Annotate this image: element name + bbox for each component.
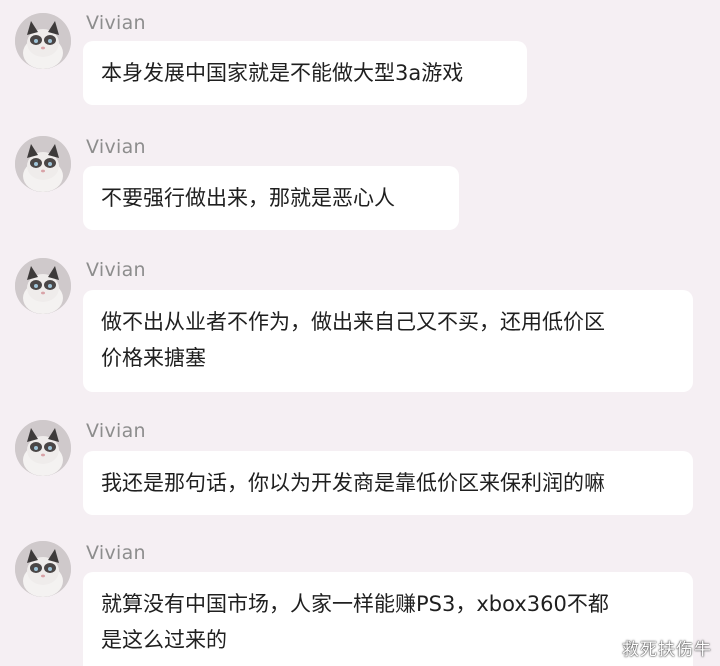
sender-name: Vivian <box>86 136 146 158</box>
sender-name: Vivian <box>86 542 146 564</box>
cat-avatar-icon[interactable] <box>15 258 71 314</box>
message-bubble[interactable]: 不要强行做出来，那就是恶心人 <box>83 166 459 230</box>
watermark: 救死扶伤牛 <box>622 640 712 660</box>
sender-name: Vivian <box>86 259 146 281</box>
cat-avatar-icon[interactable] <box>15 420 71 476</box>
cat-avatar-icon[interactable] <box>15 13 71 69</box>
message-bubble[interactable]: 本身发展中国家就是不能做大型3a游戏 <box>83 41 527 105</box>
message-bubble[interactable]: 做不出从业者不作为，做出来自己又不买，还用低价区 价格来搪塞 <box>83 290 693 392</box>
cat-avatar-icon[interactable] <box>15 541 71 597</box>
cat-avatar-icon[interactable] <box>15 136 71 192</box>
message-bubble[interactable]: 就算没有中国市场，人家一样能赚PS3，xbox360不都 是这么过来的 <box>83 572 693 666</box>
sender-name: Vivian <box>86 420 146 442</box>
sender-name: Vivian <box>86 12 146 34</box>
chat-log: Vivian 本身发展中国家就是不能做大型3a游戏 Vivian 不要强行做出来… <box>0 0 720 666</box>
message-bubble[interactable]: 我还是那句话，你以为开发商是靠低价区来保利润的嘛 <box>83 451 693 515</box>
